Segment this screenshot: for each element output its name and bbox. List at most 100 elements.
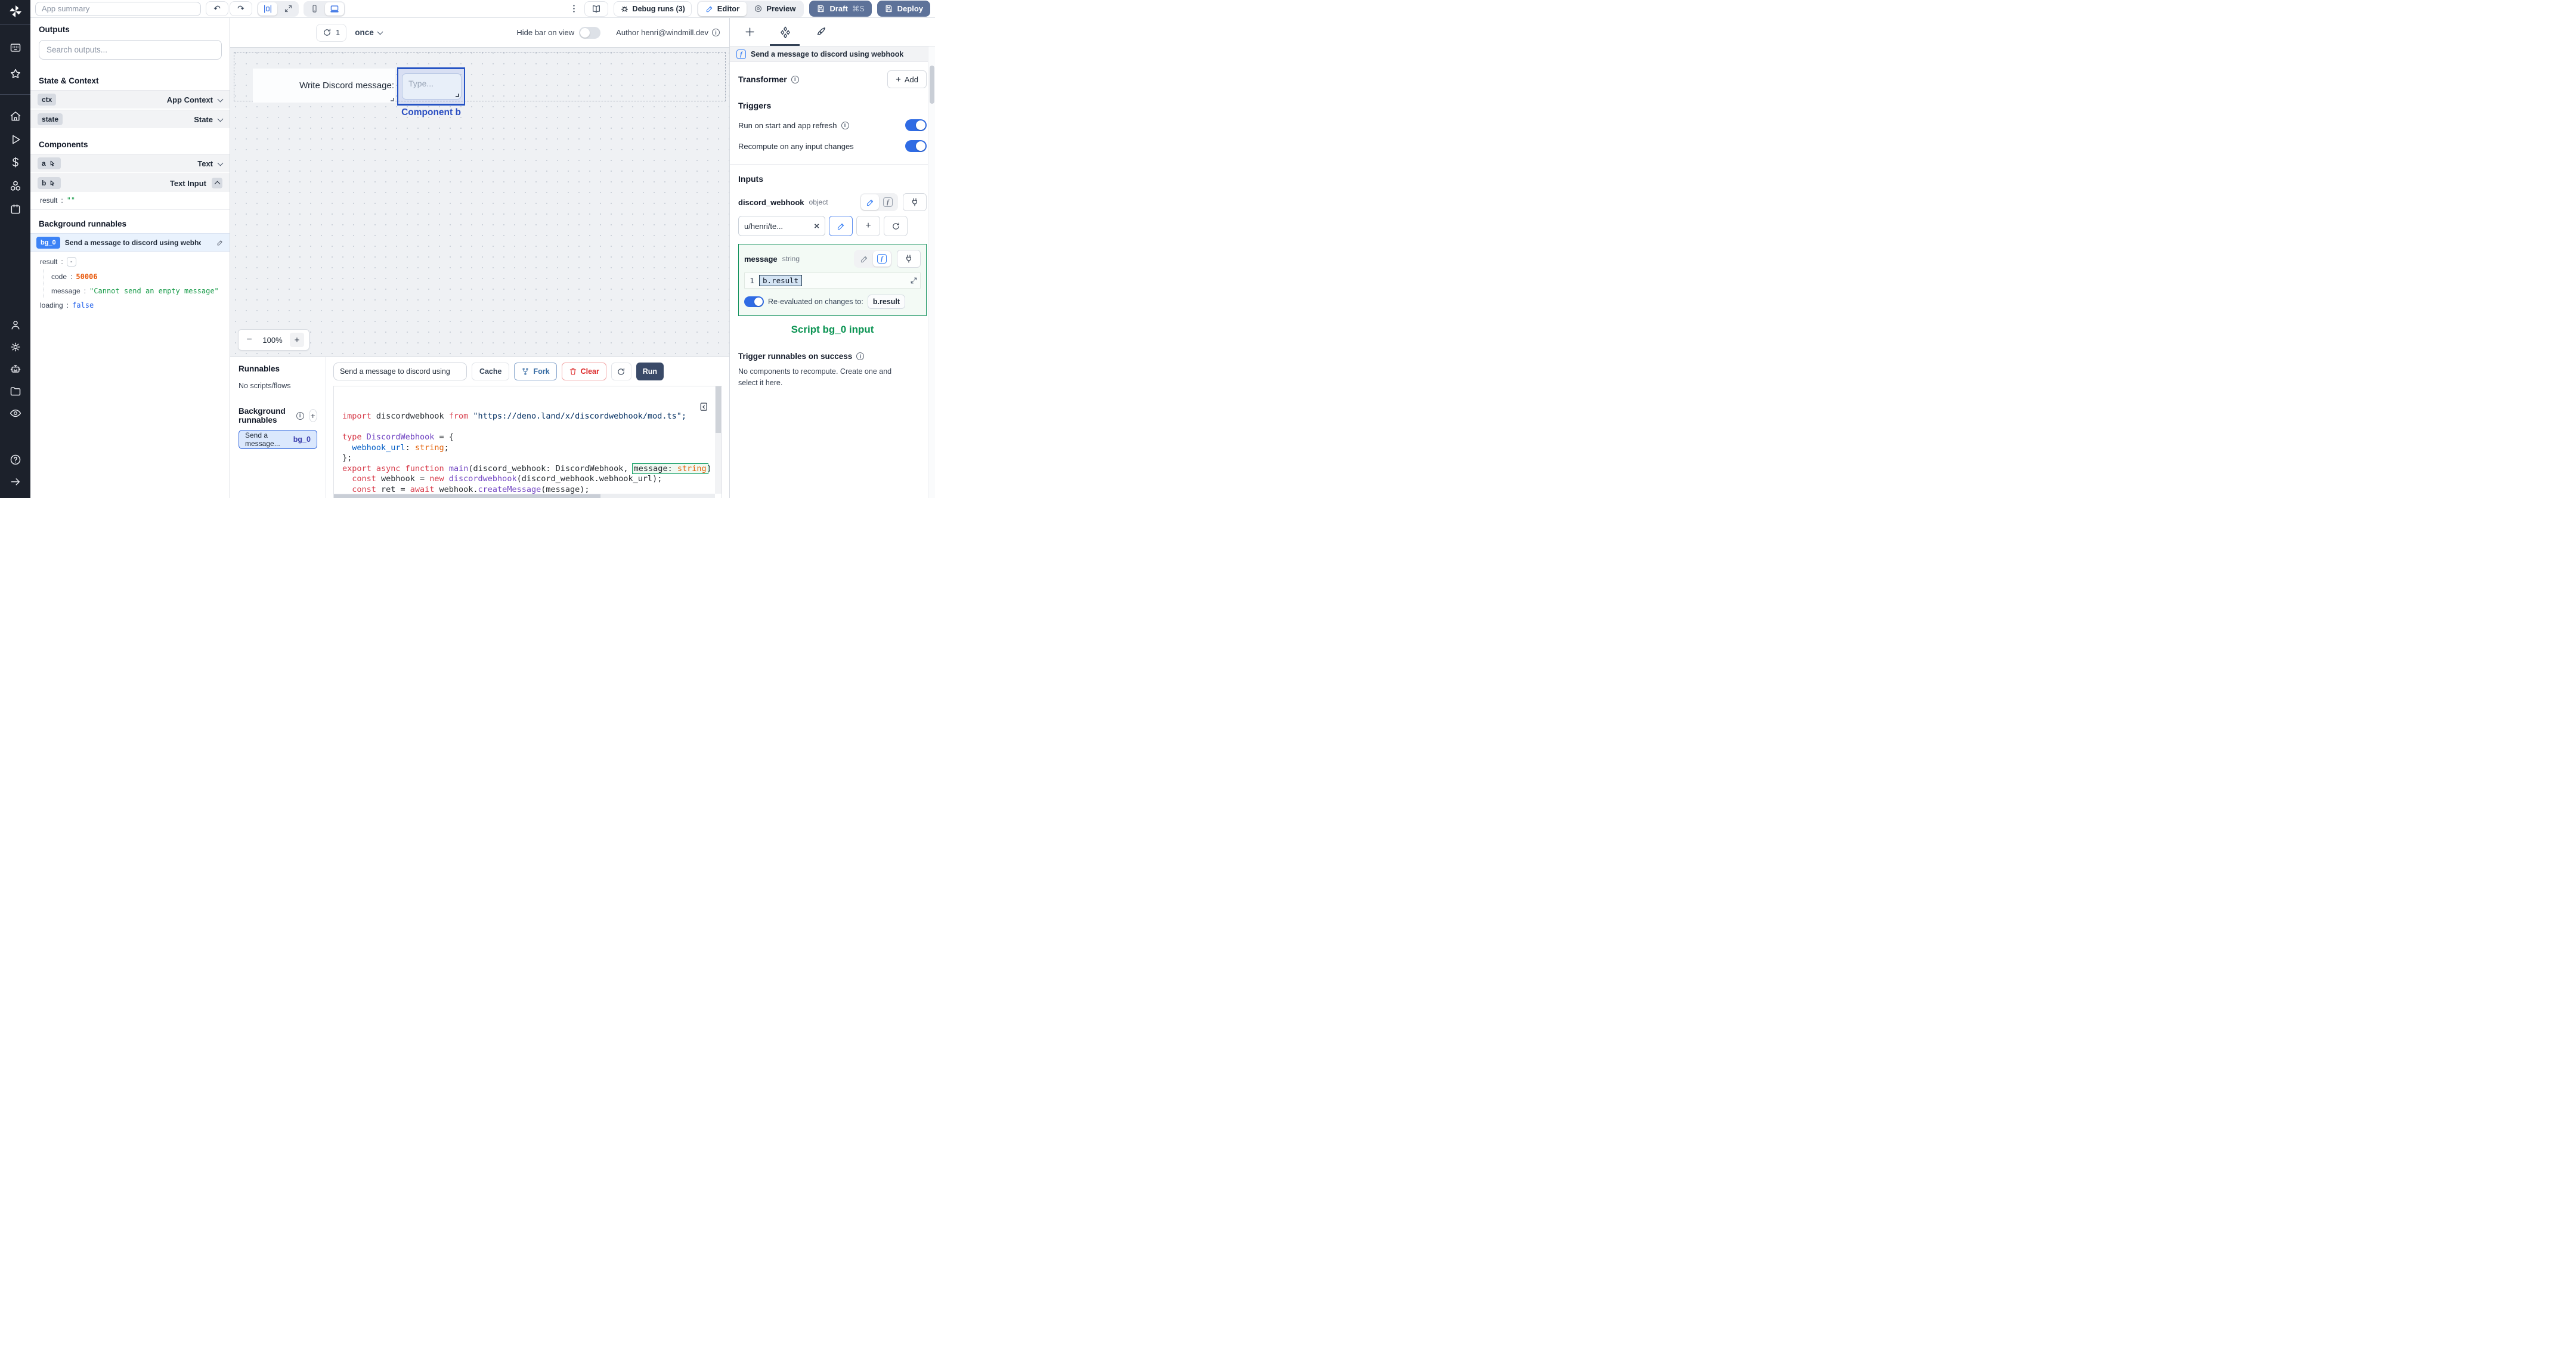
output-row-ctx[interactable]: ctx App Context	[30, 90, 230, 109]
text-component-a[interactable]: Write Discord message:	[253, 69, 395, 103]
eval-mode-button[interactable]: f	[879, 194, 897, 210]
chevron-down-icon[interactable]	[217, 160, 224, 166]
info-icon[interactable]: i	[296, 411, 304, 420]
robot-icon[interactable]	[0, 363, 30, 375]
output-row-state[interactable]: state State	[30, 110, 230, 128]
connect-input-button[interactable]	[903, 193, 927, 211]
bg-runnable-row[interactable]: bg_0 Send a message to discord using web…	[30, 233, 230, 252]
add-background-runnable-button[interactable]: +	[308, 409, 317, 422]
resource-field[interactable]: u/henri/te... ×	[738, 216, 825, 236]
b-result-value: ""	[66, 196, 76, 205]
panel-scrollbar[interactable]	[928, 47, 935, 498]
app-summary-input[interactable]	[35, 1, 201, 16]
desktop-preview-button[interactable]	[325, 2, 344, 16]
input-discord-webhook-type: object	[809, 198, 828, 206]
clear-resource-icon[interactable]: ×	[814, 221, 819, 231]
active-tab-underline	[770, 44, 800, 46]
copy-icon[interactable]	[698, 402, 708, 412]
more-menu-button[interactable]	[569, 4, 579, 14]
bug-icon	[621, 7, 628, 12]
run-on-start-toggle[interactable]	[905, 119, 927, 131]
tab-styling[interactable]	[815, 26, 826, 38]
refresh-resource-button[interactable]	[884, 216, 908, 236]
star-icon[interactable]	[0, 68, 30, 80]
info-icon[interactable]: i	[712, 29, 720, 36]
frequency-select[interactable]: once	[355, 28, 383, 37]
chevron-down-icon[interactable]	[217, 96, 224, 102]
undo-button[interactable]: ↶	[206, 1, 228, 16]
code-horizontal-scrollbar[interactable]	[333, 494, 715, 498]
debug-runs-button[interactable]: Debug runs (3)	[613, 1, 692, 17]
app-canvas[interactable]: Write Discord message: Type... Component…	[230, 48, 729, 357]
static-mode-button[interactable]	[855, 251, 873, 267]
code-vertical-scrollbar[interactable]	[715, 386, 722, 494]
draft-button[interactable]: Draft ⌘S	[809, 1, 872, 17]
play-icon[interactable]	[0, 134, 30, 145]
docs-button[interactable]	[584, 1, 608, 17]
calendar-icon[interactable]	[0, 203, 30, 215]
expression-value[interactable]: b.result	[759, 275, 803, 286]
deploy-button[interactable]: Deploy	[877, 1, 930, 17]
info-icon[interactable]: i	[791, 75, 799, 83]
search-outputs-input[interactable]	[39, 40, 222, 60]
refresh-script-button[interactable]	[611, 363, 631, 380]
text-input-component[interactable]: Type...	[402, 73, 462, 100]
add-transformer-button[interactable]: + Add	[887, 70, 927, 88]
cubes-icon[interactable]	[0, 180, 30, 192]
add-resource-button[interactable]: +	[856, 216, 880, 236]
fork-button[interactable]: Fork	[514, 363, 557, 380]
expand-editor-icon[interactable]	[910, 277, 918, 284]
component-row-a[interactable]: a Text	[30, 154, 230, 172]
fork-icon	[522, 368, 529, 375]
chevron-down-icon[interactable]	[217, 116, 224, 122]
hide-bar-toggle[interactable]	[579, 26, 601, 39]
resize-handle[interactable]	[391, 98, 394, 101]
tab-editor[interactable]: Editor	[698, 1, 747, 16]
info-icon[interactable]: i	[856, 352, 865, 360]
tab-preview[interactable]: Preview	[747, 2, 803, 16]
expression-editor[interactable]: 1 b.result	[744, 272, 921, 289]
bg-result-row: result: -	[30, 254, 230, 270]
connect-input-button[interactable]	[897, 250, 921, 268]
collapse-button[interactable]	[212, 178, 222, 188]
clear-button[interactable]: Clear	[561, 363, 606, 380]
gear-icon[interactable]	[0, 341, 30, 353]
run-button[interactable]: Run	[636, 363, 664, 380]
pencil-icon[interactable]	[216, 239, 224, 246]
redo-button[interactable]: ↷	[230, 1, 252, 16]
input-mode-switch: f	[860, 193, 898, 211]
reeval-value-badge[interactable]: b.result	[867, 295, 905, 309]
script-name-input[interactable]	[333, 363, 467, 380]
help-icon[interactable]	[0, 454, 30, 466]
collapse-result-button[interactable]: -	[66, 257, 76, 267]
zoom-in-button[interactable]: +	[290, 333, 304, 347]
tab-add-component[interactable]	[744, 26, 756, 38]
user-icon[interactable]	[0, 319, 30, 331]
arrow-right-icon[interactable]	[0, 476, 30, 488]
resize-handle[interactable]	[456, 94, 459, 97]
components-title: Components	[39, 140, 88, 149]
eye-icon[interactable]	[0, 407, 30, 419]
dollar-icon[interactable]	[0, 156, 30, 168]
edit-resource-button[interactable]	[829, 216, 853, 236]
recompute-toggle[interactable]	[905, 140, 927, 152]
windmill-logo[interactable]	[0, 4, 30, 18]
info-icon[interactable]: i	[841, 121, 849, 129]
fullscreen-layout-button[interactable]	[278, 2, 298, 16]
cache-button[interactable]: Cache	[471, 363, 510, 380]
mobile-preview-button[interactable]	[305, 2, 324, 16]
tab-component-settings[interactable]	[779, 26, 791, 38]
folder-icon[interactable]	[0, 385, 30, 397]
zoom-out-button[interactable]: −	[243, 335, 255, 345]
eval-mode-button[interactable]: f	[873, 251, 891, 267]
static-mode-button[interactable]	[861, 194, 879, 210]
center-layout-button[interactable]	[258, 2, 277, 16]
home-icon[interactable]	[0, 110, 30, 122]
selected-component-b[interactable]: Type...	[397, 67, 465, 106]
code-editor[interactable]: import discordwebhook from "https://deno…	[333, 386, 722, 498]
component-row-b[interactable]: b Text Input	[30, 174, 230, 192]
reeval-toggle[interactable]	[744, 296, 764, 307]
refresh-count-box[interactable]: 1	[316, 23, 347, 42]
bg-runnable-item[interactable]: Send a message... bg_0	[239, 430, 317, 449]
app-window-icon[interactable]	[0, 42, 30, 54]
